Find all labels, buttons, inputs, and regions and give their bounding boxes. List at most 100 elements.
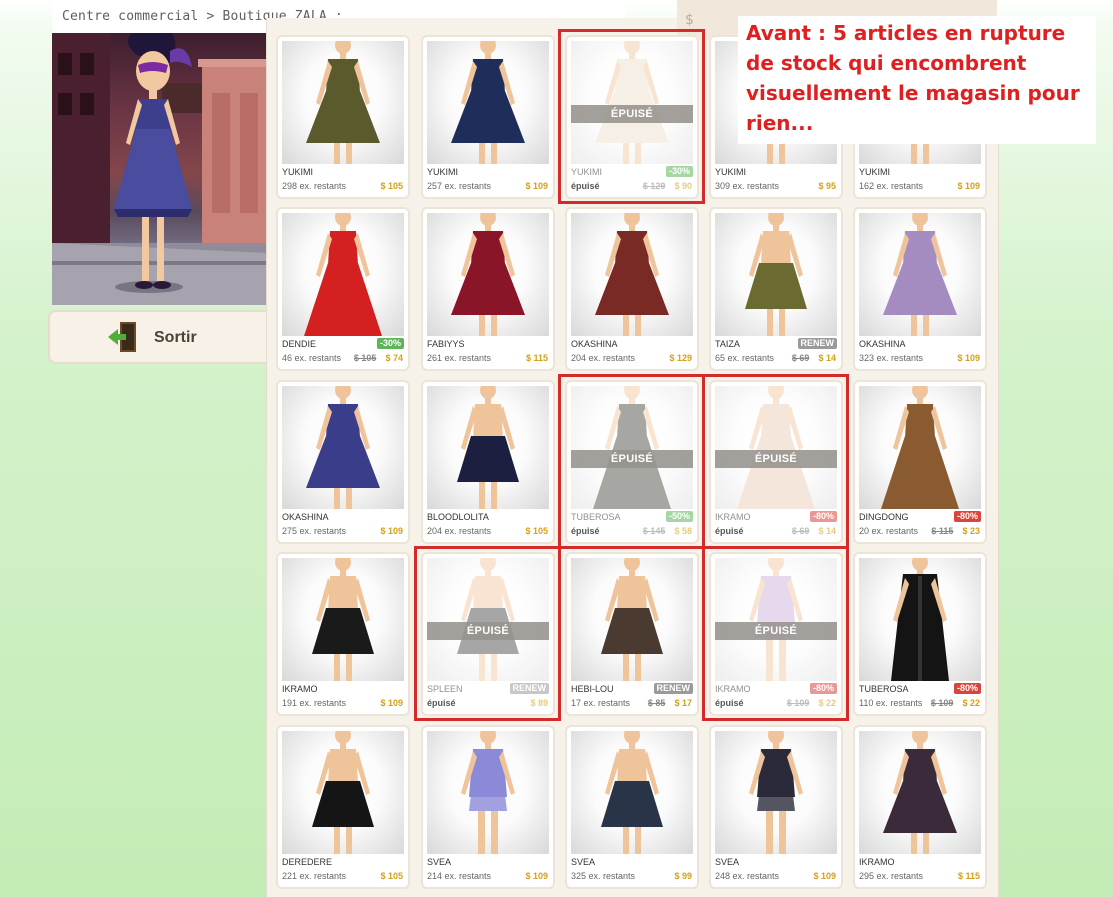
product-image [427, 213, 549, 336]
product-card[interactable]: BLOODLOLITA 204 ex. restants $ 105 [421, 380, 555, 544]
sold-out-banner: ÉPUISÉ [427, 622, 549, 640]
product-stock: 221 ex. restants [282, 871, 347, 881]
product-price: $ 17 [674, 698, 692, 708]
product-card[interactable]: TUBEROSA 110 ex. restants $ 22 $ 109 -80% [853, 552, 987, 716]
product-stock: 298 ex. restants [282, 181, 347, 191]
product-card[interactable]: OKASHINA 275 ex. restants $ 109 [276, 380, 410, 544]
product-stock: 204 ex. restants [427, 526, 492, 536]
product-name: YUKIMI [427, 167, 459, 177]
product-card[interactable]: HEBI-LOU 17 ex. restants $ 17 $ 85 RENEW [565, 552, 699, 716]
product-price: $ 109 [525, 181, 548, 191]
product-price: $ 115 [525, 353, 548, 363]
product-name: OKASHINA [282, 512, 329, 522]
product-price: $ 22 [962, 698, 980, 708]
product-name: SPLEEN [427, 684, 463, 694]
product-card[interactable]: IKRAMO 191 ex. restants $ 109 [276, 552, 410, 716]
product-stock: 110 ex. restants [859, 698, 923, 708]
product-name: IKRAMO [282, 684, 318, 694]
product-price: $ 109 [380, 698, 403, 708]
product-image [427, 731, 549, 854]
avatar-scene [52, 33, 268, 305]
product-card[interactable]: TUBEROSA épuisé $ 58 $ 145 -50% ÉPUISÉ [565, 380, 699, 544]
product-old-price: $ 109 [786, 698, 810, 708]
garment-illustration [306, 41, 380, 164]
product-image [715, 558, 837, 681]
product-name: SVEA [427, 857, 452, 867]
product-price: $ 109 [380, 526, 403, 536]
product-card[interactable]: IKRAMO épuisé $ 14 $ 69 -80% ÉPUISÉ [709, 380, 843, 544]
product-stock: 257 ex. restants [427, 181, 492, 191]
product-price: $ 95 [818, 181, 836, 191]
product-old-price: $ 129 [642, 181, 666, 191]
product-name: YUKIMI [859, 167, 891, 177]
garment-illustration [749, 558, 803, 681]
discount-badge: -30% [376, 338, 404, 349]
product-price: $ 105 [380, 871, 403, 881]
product-card[interactable]: YUKIMI 298 ex. restants $ 105 [276, 35, 410, 199]
product-price: $ 23 [962, 526, 980, 536]
product-name: TUBEROSA [571, 512, 621, 522]
garment-illustration [304, 213, 382, 336]
product-stock: 20 ex. restants [859, 526, 919, 536]
product-image [715, 731, 837, 854]
garment-illustration [595, 41, 669, 164]
product-image [427, 558, 549, 681]
product-card[interactable]: YUKIMI épuisé $ 90 $ 129 -30% ÉPUISÉ [565, 35, 699, 199]
garment-illustration [312, 731, 374, 854]
product-price: $ 14 [818, 526, 836, 536]
product-card[interactable]: OKASHINA 323 ex. restants $ 109 [853, 207, 987, 371]
product-price: $ 89 [530, 698, 548, 708]
product-card[interactable]: YUKIMI 257 ex. restants $ 109 [421, 35, 555, 199]
product-stock: 204 ex. restants [571, 353, 636, 363]
product-card[interactable]: IKRAMO épuisé $ 22 $ 109 -80% ÉPUISÉ [709, 552, 843, 716]
product-card[interactable]: OKASHINA 204 ex. restants $ 129 [565, 207, 699, 371]
product-card[interactable]: SPLEEN épuisé $ 89 RENEW ÉPUISÉ [421, 552, 555, 716]
product-card[interactable]: SVEA 214 ex. restants $ 109 [421, 725, 555, 889]
garment-illustration [891, 558, 949, 681]
product-image [571, 386, 693, 509]
product-name: DEREDERE [282, 857, 333, 867]
product-name: DINGDONG [859, 512, 909, 522]
garment-illustration [593, 386, 671, 509]
product-image [715, 386, 837, 509]
product-stock: épuisé [571, 181, 600, 191]
product-old-price: $ 85 [647, 698, 666, 708]
product-name: TAIZA [715, 339, 740, 349]
product-image [282, 558, 404, 681]
garment-illustration [595, 213, 669, 336]
garment-illustration [451, 41, 525, 164]
product-card[interactable]: SVEA 325 ex. restants $ 99 [565, 725, 699, 889]
product-name: YUKIMI [715, 167, 747, 177]
product-card[interactable]: FABIYYS 261 ex. restants $ 115 [421, 207, 555, 371]
product-card[interactable]: SVEA 248 ex. restants $ 109 [709, 725, 843, 889]
product-stock: 162 ex. restants [859, 181, 924, 191]
product-image [282, 386, 404, 509]
product-stock: 261 ex. restants [427, 353, 492, 363]
product-image [571, 41, 693, 164]
exit-door-icon [108, 322, 136, 352]
discount-badge: -80% [953, 683, 981, 694]
product-name: IKRAMO [715, 512, 751, 522]
product-name: SVEA [715, 857, 740, 867]
exit-label: Sortir [154, 329, 197, 346]
product-image [427, 386, 549, 509]
product-stock: 325 ex. restants [571, 871, 636, 881]
product-image [282, 213, 404, 336]
product-image [859, 213, 981, 336]
product-price: $ 109 [957, 353, 980, 363]
garment-illustration [601, 558, 663, 681]
annotation-callout: Avant : 5 articles en rupture de stock q… [738, 16, 1096, 144]
product-card[interactable]: TAIZA 65 ex. restants $ 14 $ 69 RENEW [709, 207, 843, 371]
discount-badge: RENEW [653, 683, 693, 694]
product-image [571, 558, 693, 681]
product-old-price: $ 69 [791, 353, 810, 363]
product-name: IKRAMO [715, 684, 751, 694]
product-stock: épuisé [571, 526, 600, 536]
product-image [282, 731, 404, 854]
exit-button[interactable]: Sortir [48, 310, 272, 364]
product-card[interactable]: DINGDONG 20 ex. restants $ 23 $ 115 -80% [853, 380, 987, 544]
product-card[interactable]: DEREDERE 221 ex. restants $ 105 [276, 725, 410, 889]
product-price: $ 90 [674, 181, 692, 191]
product-card[interactable]: DENDIE 46 ex. restants $ 74 $ 105 -30% [276, 207, 410, 371]
product-card[interactable]: IKRAMO 295 ex. restants $ 115 [853, 725, 987, 889]
